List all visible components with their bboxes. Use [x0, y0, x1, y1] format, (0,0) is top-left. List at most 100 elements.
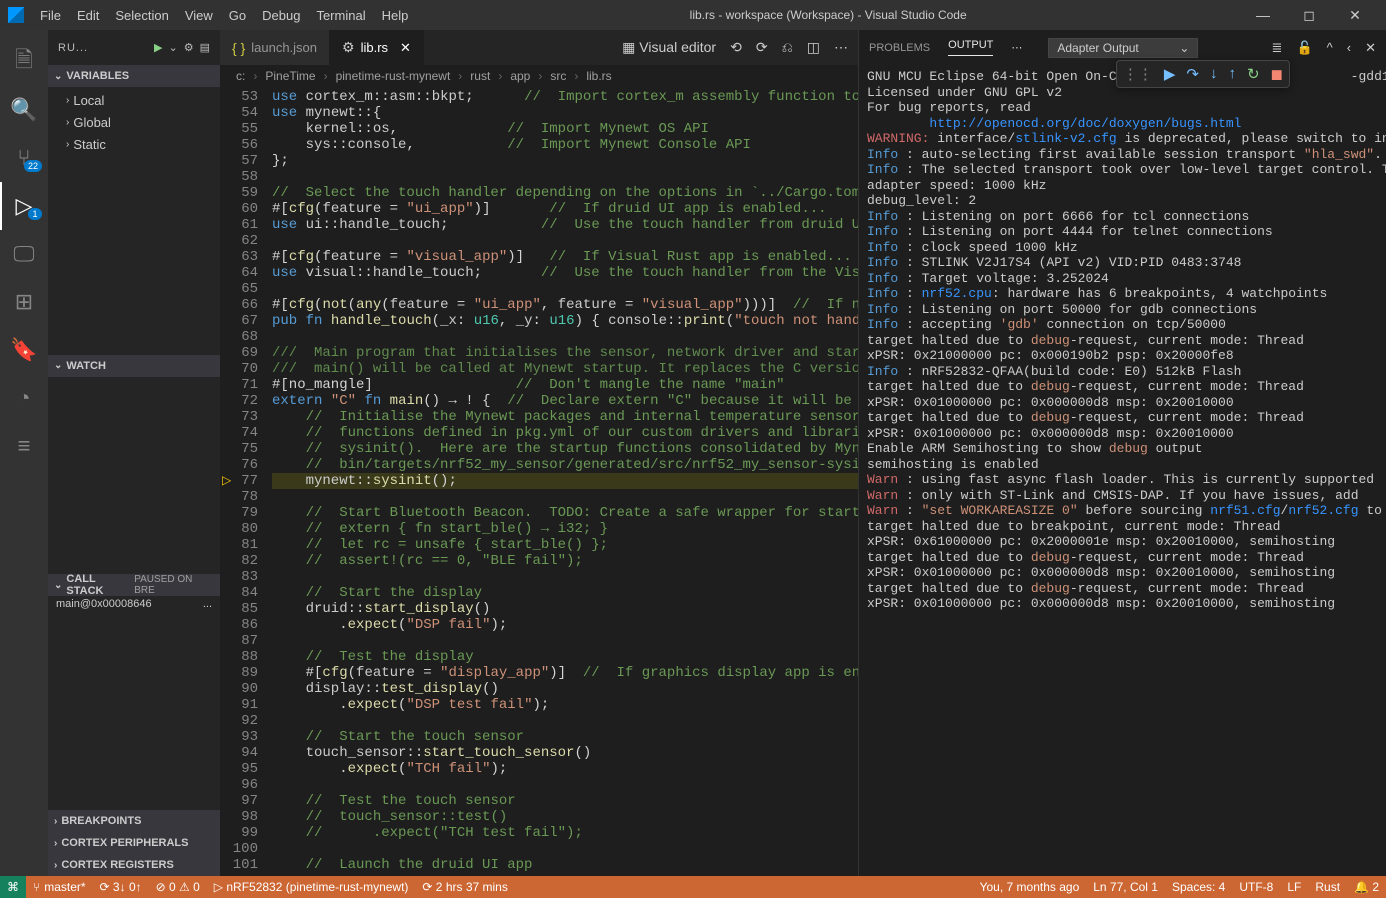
close-window-button[interactable]: ✕ — [1332, 7, 1378, 24]
tab-lib-rs[interactable]: ⚙lib.rs✕ — [330, 30, 424, 65]
debug-badge: 1 — [28, 208, 42, 220]
language-mode[interactable]: Rust — [1308, 876, 1347, 898]
breakpoints-header[interactable]: ›BREAKPOINTS — [48, 810, 220, 832]
bookmark-icon[interactable]: 🔖 — [0, 326, 48, 374]
clear-output-icon[interactable]: ≣ — [1272, 40, 1283, 56]
start-debug-icon[interactable]: ▶ — [154, 41, 162, 54]
indentation[interactable]: Spaces: 4 — [1165, 876, 1232, 898]
encoding[interactable]: UTF-8 — [1232, 876, 1280, 898]
explorer-icon[interactable]: 🗎 — [0, 38, 48, 86]
debug-icon[interactable]: ▷1 — [0, 182, 48, 230]
extensions-icon[interactable]: ⊞ — [0, 278, 48, 326]
lock-scroll-icon[interactable]: 🔓 — [1296, 40, 1312, 56]
cortex-registers-header[interactable]: ›CORTEX REGISTERS — [48, 854, 220, 876]
breadcrumb-seg[interactable]: pinetime-rust-mynewt — [336, 69, 451, 83]
breadcrumb[interactable]: c: PineTime pinetime-rust-mynewt rust app src… — [220, 65, 858, 87]
cortex-peripherals-header[interactable]: ›CORTEX PERIPHERALS — [48, 832, 220, 854]
breadcrumb-seg[interactable]: app — [510, 69, 530, 83]
step-over-icon[interactable]: ↷ — [1186, 65, 1199, 83]
overflow-icon[interactable]: ⋯ — [1011, 41, 1022, 54]
split-editor-icon[interactable]: ◫ — [807, 39, 820, 56]
step-into-icon[interactable]: ↓ — [1210, 65, 1218, 83]
debug-toolbar[interactable]: ⋮⋮ ▶ ↷ ↓ ↑ ↻ ◼ — [1116, 60, 1290, 88]
prev-icon[interactable]: ‹ — [1347, 40, 1351, 56]
git-sync[interactable]: ⟳ 3↓ 0↑ — [93, 876, 149, 898]
more-actions-icon[interactable]: ⋯ — [834, 39, 848, 56]
problems-status[interactable]: ⊘ 0 ⚠ 0 — [149, 876, 207, 898]
variable-scope-local[interactable]: ›Local — [66, 89, 220, 111]
debug-sidebar: RU... ▶ ⌄ ⚙ ▤ ⌄VARIABLES ›Local›Global›S… — [48, 30, 220, 876]
cursor-position[interactable]: Ln 77, Col 1 — [1086, 876, 1165, 898]
breadcrumb-seg[interactable]: c: — [236, 69, 245, 83]
search-icon[interactable]: 🔍 — [0, 86, 48, 134]
code-body[interactable]: use cortex_m::asm::bkpt; // Import corte… — [272, 87, 858, 876]
close-tab-icon[interactable]: ✕ — [400, 40, 411, 56]
menu-file[interactable]: File — [32, 8, 69, 23]
scm-icon[interactable]: ⑂22 — [0, 134, 48, 182]
git-blame[interactable]: You, 7 months ago — [973, 876, 1087, 898]
scm-badge: 22 — [24, 160, 42, 172]
breadcrumb-seg[interactable]: src — [550, 69, 566, 83]
gear-icon[interactable]: ⚙ — [184, 41, 194, 54]
restart-icon[interactable]: ↻ — [1247, 65, 1260, 83]
maximize-button[interactable]: ◻ — [1286, 7, 1332, 24]
menu-bar: FileEditSelectionViewGoDebugTerminalHelp — [32, 8, 416, 23]
window-title: lib.rs - workspace (Workspace) - Visual … — [416, 8, 1240, 22]
visual-editor-button[interactable]: ▦ Visual editor — [622, 39, 716, 56]
run-config-label[interactable]: RU... — [58, 42, 148, 54]
menu-selection[interactable]: Selection — [107, 8, 176, 23]
tab-bar: { }launch.json⚙lib.rs✕ ▦ Visual editor ⟲… — [220, 30, 858, 65]
menu-help[interactable]: Help — [374, 8, 417, 23]
rs-file-icon: ⚙ — [342, 39, 355, 56]
minimize-button[interactable]: — — [1240, 7, 1286, 23]
status-bar: ⌘ ⑂ master* ⟳ 3↓ 0↑ ⊘ 0 ⚠ 0 ▷ nRF52832 (… — [0, 876, 1386, 898]
clock-icon[interactable]: ◔ — [0, 374, 48, 422]
output-body[interactable]: GNU MCU Eclipse 64-bit Open On-C -gdd1d9… — [859, 65, 1386, 876]
eol[interactable]: LF — [1280, 876, 1308, 898]
breadcrumb-seg[interactable]: rust — [470, 69, 490, 83]
diff-icon[interactable]: ⎌ — [782, 39, 793, 56]
go-forward-icon[interactable]: ⟳ — [756, 39, 768, 56]
go-back-icon[interactable]: ⟲ — [730, 39, 742, 56]
remote-indicator[interactable]: ⌘ — [0, 876, 26, 898]
menu-terminal[interactable]: Terminal — [308, 8, 373, 23]
variable-scope-static[interactable]: ›Static — [66, 133, 220, 155]
debug-console-icon[interactable]: ▤ — [200, 41, 210, 54]
drag-handle-icon[interactable]: ⋮⋮ — [1123, 65, 1153, 83]
execution-arrow-icon: ▷ — [222, 473, 231, 489]
menu-go[interactable]: Go — [221, 8, 254, 23]
bottom-panel: PROBLEMS OUTPUT ⋯ Adapter Output ⌄ ≣ 🔓 ^… — [858, 30, 1386, 876]
editor-area: { }launch.json⚙lib.rs✕ ▦ Visual editor ⟲… — [220, 30, 858, 876]
variable-scope-global[interactable]: ›Global — [66, 111, 220, 133]
menu-debug[interactable]: Debug — [254, 8, 308, 23]
chevron-down-icon: ⌄ — [1179, 41, 1189, 55]
continue-icon[interactable]: ▶ — [1164, 65, 1176, 83]
step-out-icon[interactable]: ↑ — [1228, 65, 1236, 83]
editor-actions: ▦ Visual editor ⟲ ⟳ ⎌ ◫ ⋯ — [612, 30, 858, 65]
callstack-row[interactable]: main@0x00008646 ... — [48, 596, 220, 612]
menu-edit[interactable]: Edit — [69, 8, 107, 23]
debug-target[interactable]: ▷ nRF52832 (pinetime-rust-mynewt) — [207, 876, 416, 898]
output-channel-select[interactable]: Adapter Output ⌄ — [1048, 38, 1198, 58]
watch-header[interactable]: ⌄WATCH — [48, 355, 220, 377]
maximize-panel-icon[interactable]: ^ — [1327, 40, 1333, 56]
notifications[interactable]: 🔔 2 — [1347, 876, 1386, 898]
code-editor[interactable]: 53 54 55 56 57 58 59 60 61 62 63 64 65 6… — [220, 87, 858, 876]
stop-icon[interactable]: ◼ — [1271, 65, 1283, 83]
list-icon[interactable]: ≡ — [0, 422, 48, 470]
remote-icon[interactable]: 🖵 — [0, 230, 48, 278]
close-panel-icon[interactable]: ✕ — [1365, 40, 1376, 56]
tab-output[interactable]: OUTPUT — [948, 39, 993, 56]
callstack-header[interactable]: ⌄CALL STACKPAUSED ON BRE — [48, 574, 220, 596]
stack-frame-dots: ... — [203, 598, 212, 610]
tab-problems[interactable]: PROBLEMS — [869, 42, 930, 54]
time-tracker[interactable]: ⟳ 2 hrs 37 mins — [415, 876, 514, 898]
breadcrumb-seg[interactable]: PineTime — [265, 69, 315, 83]
git-branch[interactable]: ⑂ master* — [26, 876, 93, 898]
debug-dropdown-icon[interactable]: ⌄ — [169, 41, 178, 54]
activity-bar: 🗎 🔍 ⑂22 ▷1 🖵 ⊞ 🔖 ◔ ≡ — [0, 30, 48, 876]
breadcrumb-seg[interactable]: lib.rs — [586, 69, 611, 83]
variables-header[interactable]: ⌄VARIABLES — [48, 65, 220, 87]
menu-view[interactable]: View — [177, 8, 221, 23]
tab-launch-json[interactable]: { }launch.json — [220, 30, 330, 65]
